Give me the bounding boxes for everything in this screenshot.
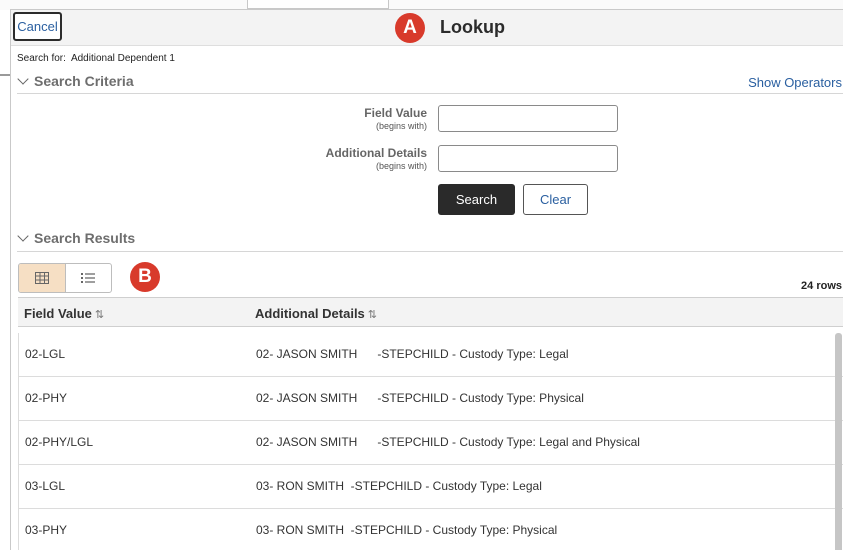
search-button[interactable]: Search (438, 184, 515, 215)
clear-button[interactable]: Clear (523, 184, 588, 215)
sort-updown-icon: ⇅ (94, 309, 105, 321)
cell-additional-details: 02- JASON SMITH -STEPCHILD - Custody Typ… (256, 391, 584, 405)
chevron-down-icon (17, 230, 29, 242)
cell-field-value: 02-LGL (25, 347, 66, 361)
chevron-down-icon (17, 73, 29, 85)
table-row[interactable]: 03-PHY 03- RON SMITH -STEPCHILD - Custod… (18, 509, 843, 550)
column-header-additional-details[interactable]: Additional Details ⇅ (255, 306, 377, 321)
list-view-icon (81, 273, 96, 283)
dialog-title: Lookup (440, 17, 505, 37)
field-value-label: Field Value (begins with) (364, 106, 427, 131)
cell-field-value: 02-PHY/LGL (25, 435, 94, 449)
callout-badge-b: B (130, 262, 160, 292)
callout-badge-a: A (395, 13, 425, 43)
lookup-dialog: Cancel A Lookup Search for: Additional D… (10, 9, 843, 550)
cell-additional-details: 02- JASON SMITH -STEPCHILD - Custody Typ… (256, 347, 569, 361)
cancel-button[interactable]: Cancel (13, 12, 62, 41)
show-operators-link[interactable]: Show Operators (748, 75, 842, 90)
list-view-button[interactable] (66, 264, 112, 292)
cell-field-value: 03-LGL (25, 479, 66, 493)
sort-updown-icon: ⇅ (367, 309, 378, 321)
search-results-heading: Search Results (34, 230, 136, 246)
grid-view-button[interactable] (19, 264, 66, 292)
search-results-toggle[interactable]: Search Results (17, 230, 135, 246)
vertical-scrollbar[interactable] (835, 333, 842, 550)
grid-view-icon (34, 272, 49, 284)
table-row[interactable]: 03-LGL 03- RON SMITH -STEPCHILD - Custod… (18, 465, 843, 509)
cell-field-value: 03-PHY (25, 523, 68, 537)
column-header-field-value[interactable]: Field Value ⇅ (24, 306, 104, 321)
cell-field-value: 02-PHY (25, 391, 68, 405)
cell-additional-details: 03- RON SMITH -STEPCHILD - Custody Type:… (256, 479, 542, 493)
search-criteria-toggle[interactable]: Search Criteria (17, 73, 134, 89)
section-divider (17, 93, 843, 94)
cell-additional-details: 03- RON SMITH -STEPCHILD - Custody Type:… (256, 523, 558, 537)
search-for-value: Additional Dependent 1 (70, 53, 175, 64)
grid-header: Field Value ⇅ Additional Details ⇅ (18, 297, 843, 327)
results-grid: Field Value ⇅ Additional Details ⇅ 02-LGL … (18, 297, 843, 550)
table-row[interactable]: 02-PHY 02- JASON SMITH -STEPCHILD - Cust… (18, 377, 843, 421)
dialog-titlebar: Cancel A Lookup (11, 10, 843, 46)
background-tab (247, 0, 389, 9)
field-value-input[interactable] (438, 105, 618, 132)
search-for-label: Search for: (17, 53, 66, 64)
view-mode-toggle (18, 263, 112, 293)
search-criteria-heading: Search Criteria (34, 73, 134, 89)
table-row[interactable]: 02-PHY/LGL 02- JASON SMITH -STEPCHILD - … (18, 421, 843, 465)
section-divider (17, 251, 843, 252)
cell-additional-details: 02- JASON SMITH -STEPCHILD - Custody Typ… (256, 435, 640, 449)
additional-details-input[interactable] (438, 145, 618, 172)
table-row[interactable]: 02-LGL 02- JASON SMITH -STEPCHILD - Cust… (18, 333, 843, 377)
additional-details-label: Additional Details (begins with) (325, 146, 427, 171)
search-for-line: Search for: Additional Dependent 1 (17, 53, 175, 64)
rows-count: 24 rows (801, 280, 842, 292)
